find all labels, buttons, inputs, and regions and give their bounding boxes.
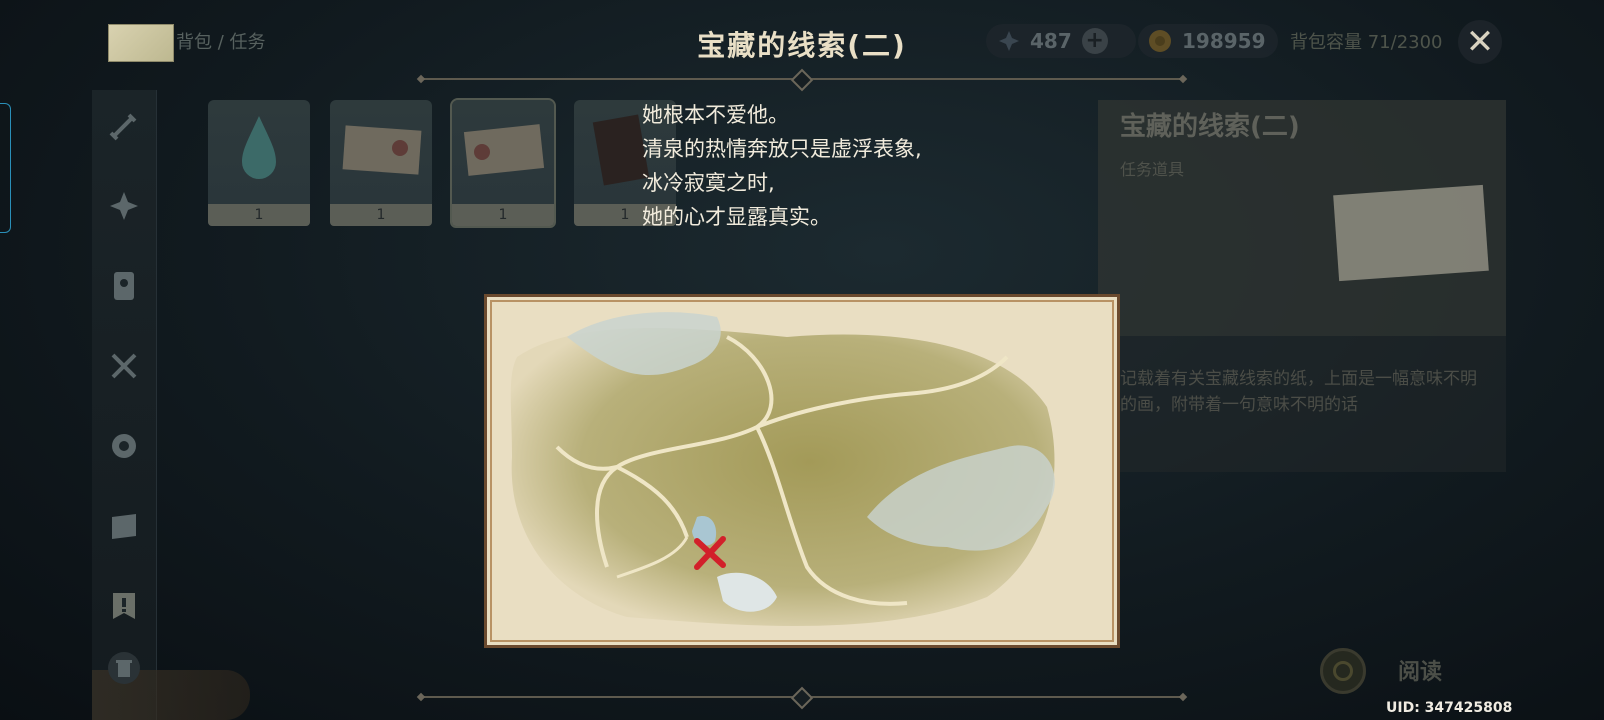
close-button[interactable]: ✕ bbox=[1458, 20, 1502, 64]
detail-header: 宝藏的线索(二) 任务道具 bbox=[1098, 100, 1506, 336]
paper-note-icon bbox=[463, 124, 545, 176]
flower-icon bbox=[112, 434, 136, 458]
gadget-category-button[interactable] bbox=[106, 508, 142, 544]
clue-line: 冰冷寂寞之时, bbox=[642, 171, 775, 195]
primogem-icon bbox=[999, 31, 1019, 51]
paper-note-icon bbox=[342, 125, 422, 175]
mora-value: 198959 bbox=[1182, 29, 1266, 53]
gadget-icon bbox=[112, 514, 136, 539]
divider-ornament bbox=[790, 686, 814, 710]
divider-cap-left bbox=[416, 74, 426, 84]
clue-line: 她根本不爱他。 bbox=[642, 103, 789, 127]
inventory-item[interactable]: 1 bbox=[330, 100, 432, 226]
detail-item-type: 任务道具 bbox=[1120, 160, 1185, 179]
sword-icon bbox=[109, 113, 137, 141]
item-count: 1 bbox=[208, 204, 310, 226]
bag-capacity: 背包容量 71/2300 bbox=[1290, 32, 1443, 53]
star-compass-icon bbox=[110, 192, 138, 220]
item-count: 1 bbox=[452, 204, 554, 226]
inventory-item-selected[interactable]: 1 bbox=[450, 98, 556, 228]
clue-text: 她根本不爱他。 清泉的热情奔放只是虚浮表象, 冰冷寂寞之时, 她的心才显露真实。 bbox=[642, 98, 922, 234]
divider-ornament bbox=[790, 68, 814, 92]
treasure-map-illustration bbox=[487, 297, 1117, 645]
mora-coin-icon bbox=[1149, 30, 1171, 52]
read-button-icon[interactable] bbox=[1320, 648, 1366, 694]
item-count: 1 bbox=[330, 204, 432, 226]
weapon-category-button[interactable] bbox=[106, 108, 142, 144]
delete-button[interactable] bbox=[106, 650, 142, 686]
trash-icon bbox=[108, 652, 140, 684]
clue-line: 清泉的热情奔放只是虚浮表象, bbox=[642, 137, 922, 161]
detail-item-name: 宝藏的线索(二) bbox=[1120, 112, 1300, 142]
mora-counter: 198959 bbox=[1138, 24, 1278, 58]
user-id: UID: 347425808 bbox=[1386, 700, 1513, 716]
artifact-category-button[interactable] bbox=[106, 188, 142, 224]
divider-cap-right bbox=[1178, 692, 1188, 702]
divider-cap-right bbox=[1178, 74, 1188, 84]
food-category-button[interactable] bbox=[106, 348, 142, 384]
primogem-counter: 487 + bbox=[986, 24, 1136, 58]
quest-icon bbox=[113, 593, 135, 619]
character-category-button[interactable] bbox=[106, 268, 142, 304]
item-detail-panel: 宝藏的线索(二) 任务道具 记载着有关宝藏线索的纸，上面是一幅意味不明的画，附带… bbox=[1098, 100, 1506, 472]
card-icon bbox=[114, 272, 134, 300]
read-button[interactable]: 阅读 bbox=[1398, 654, 1442, 686]
material-category-button[interactable] bbox=[106, 428, 142, 464]
inventory-item[interactable]: 1 bbox=[208, 100, 310, 226]
treasure-map bbox=[484, 294, 1120, 648]
category-rail bbox=[92, 90, 250, 720]
primogem-value: 487 bbox=[1030, 29, 1072, 53]
fork-spoon-icon bbox=[111, 353, 137, 379]
detail-description: 记载着有关宝藏线索的纸，上面是一幅意味不明的画，附带着一句意味不明的话 bbox=[1120, 369, 1477, 415]
quest-category-button[interactable] bbox=[106, 588, 142, 624]
add-primogem-button[interactable]: + bbox=[1081, 28, 1108, 54]
left-edge-marker bbox=[0, 103, 11, 233]
item-preview-image bbox=[1333, 184, 1489, 282]
water-drop-icon bbox=[242, 116, 276, 179]
clue-line: 她的心才显露真实。 bbox=[642, 205, 831, 229]
divider-cap-left bbox=[416, 692, 426, 702]
